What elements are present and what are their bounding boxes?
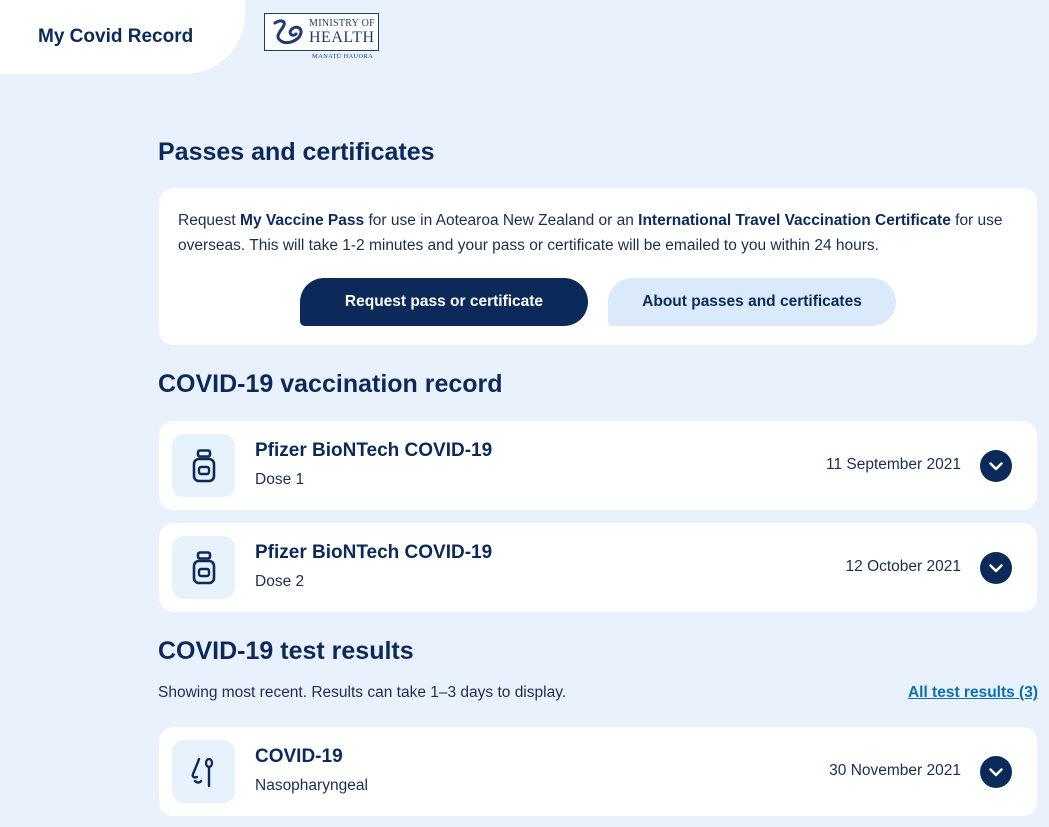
logo-line-2: HEALTH bbox=[309, 28, 375, 46]
tests-heading: COVID-19 test results bbox=[158, 637, 414, 665]
vaccination-record-item[interactable]: Pfizer BioNTech COVID-19 Dose 2 12 Octob… bbox=[159, 523, 1037, 612]
vaccine-vial-icon bbox=[172, 536, 235, 599]
logo-wordmark: MINISTRY OF HEALTH bbox=[309, 17, 375, 46]
test-type: Nasopharyngeal bbox=[255, 777, 368, 794]
vaccination-heading: COVID-19 vaccination record bbox=[158, 370, 503, 398]
page: My Covid Record MINISTRY OF HEALTH MANAT… bbox=[0, 0, 1049, 827]
about-passes-button[interactable]: About passes and certificates bbox=[608, 278, 896, 326]
travel-certificate-emphasis: International Travel Vaccination Certifi… bbox=[638, 212, 951, 229]
chevron-down-icon[interactable] bbox=[980, 552, 1012, 584]
passes-heading: Passes and certificates bbox=[158, 138, 435, 166]
koru-logo-icon bbox=[273, 19, 303, 45]
logo-subtitle: MANATŪ HAUORA bbox=[312, 53, 374, 60]
passes-text-2: for use in Aotearoa New Zealand or an bbox=[364, 212, 639, 229]
test-name: COVID-19 bbox=[255, 746, 343, 767]
all-test-results-link[interactable]: All test results (3) bbox=[908, 684, 1038, 702]
vaccine-name: Pfizer BioNTech COVID-19 bbox=[255, 440, 493, 461]
dose-label: Dose 1 bbox=[255, 471, 305, 488]
test-results-note: Showing most recent. Results can take 1–… bbox=[158, 684, 567, 701]
vaccination-date: 11 September 2021 bbox=[825, 456, 961, 473]
app-title-label: My Covid Record bbox=[38, 26, 194, 47]
vaccine-name: Pfizer BioNTech COVID-19 bbox=[255, 542, 493, 563]
test-result-item[interactable]: COVID-19 Nasopharyngeal 30 November 2021 bbox=[159, 727, 1037, 816]
chevron-down-icon[interactable] bbox=[980, 450, 1012, 482]
passes-description: Request My Vaccine Pass for use in Aotea… bbox=[178, 208, 1023, 258]
app-title[interactable]: My Covid Record bbox=[0, 0, 245, 74]
ministry-of-health-logo[interactable]: MINISTRY OF HEALTH bbox=[264, 13, 379, 51]
passes-text-1: Request bbox=[178, 212, 241, 229]
passes-card: Request My Vaccine Pass for use in Aotea… bbox=[159, 188, 1037, 345]
chevron-down-icon[interactable] bbox=[980, 756, 1012, 788]
dose-label: Dose 2 bbox=[255, 573, 305, 590]
vaccine-pass-emphasis: My Vaccine Pass bbox=[240, 212, 365, 229]
request-pass-button[interactable]: Request pass or certificate bbox=[300, 278, 588, 326]
vaccination-record-item[interactable]: Pfizer BioNTech COVID-19 Dose 1 11 Septe… bbox=[159, 421, 1037, 510]
test-date: 30 November 2021 bbox=[829, 762, 961, 779]
vaccination-date: 12 October 2021 bbox=[845, 558, 961, 575]
vaccine-vial-icon bbox=[172, 434, 235, 497]
nasal-swab-icon bbox=[172, 740, 235, 803]
logo-line-1: MINISTRY OF bbox=[309, 17, 375, 29]
